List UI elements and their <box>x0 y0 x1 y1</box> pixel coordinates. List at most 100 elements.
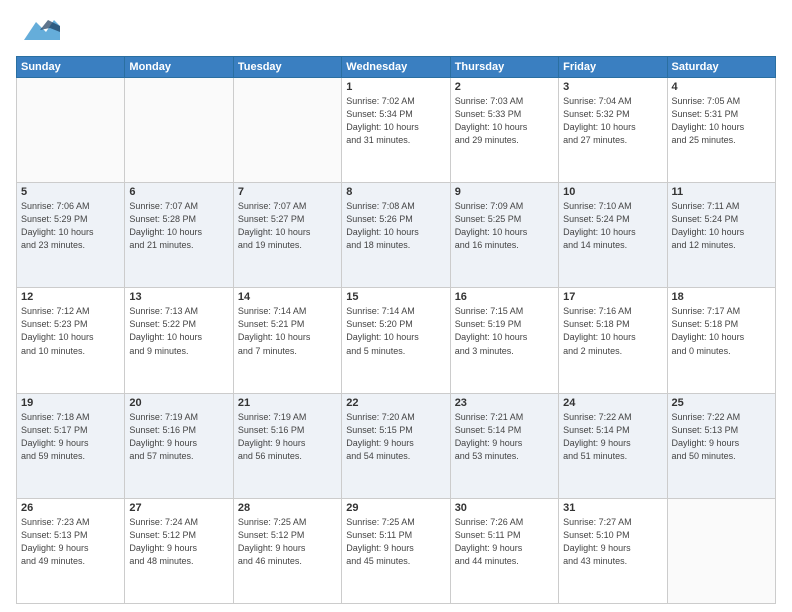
day-cell-24: 24 Sunrise: 7:22 AM Sunset: 5:14 PM Dayli… <box>559 393 667 498</box>
day-info: Sunrise: 7:12 AM Sunset: 5:23 PM Dayligh… <box>21 305 120 357</box>
day-info: Sunrise: 7:22 AM Sunset: 5:13 PM Dayligh… <box>672 411 771 463</box>
week-row-4: 19 Sunrise: 7:18 AM Sunset: 5:17 PM Dayli… <box>17 393 776 498</box>
day-info: Sunrise: 7:27 AM Sunset: 5:10 PM Dayligh… <box>563 516 662 568</box>
weekday-header-monday: Monday <box>125 57 233 78</box>
weekday-header-saturday: Saturday <box>667 57 775 78</box>
day-number: 6 <box>129 186 228 198</box>
day-info: Sunrise: 7:03 AM Sunset: 5:33 PM Dayligh… <box>455 95 554 147</box>
day-cell-29: 29 Sunrise: 7:25 AM Sunset: 5:11 PM Dayli… <box>342 498 450 603</box>
day-cell-22: 22 Sunrise: 7:20 AM Sunset: 5:15 PM Dayli… <box>342 393 450 498</box>
day-number: 8 <box>346 186 445 198</box>
day-info: Sunrise: 7:10 AM Sunset: 5:24 PM Dayligh… <box>563 200 662 252</box>
day-number: 5 <box>21 186 120 198</box>
day-number: 1 <box>346 81 445 93</box>
day-cell-13: 13 Sunrise: 7:13 AM Sunset: 5:22 PM Dayli… <box>125 288 233 393</box>
day-cell-16: 16 Sunrise: 7:15 AM Sunset: 5:19 PM Dayli… <box>450 288 558 393</box>
weekday-header-tuesday: Tuesday <box>233 57 341 78</box>
day-number: 21 <box>238 397 337 409</box>
day-info: Sunrise: 7:15 AM Sunset: 5:19 PM Dayligh… <box>455 305 554 357</box>
day-number: 16 <box>455 291 554 303</box>
day-number: 19 <box>21 397 120 409</box>
weekday-header-thursday: Thursday <box>450 57 558 78</box>
day-number: 3 <box>563 81 662 93</box>
day-number: 4 <box>672 81 771 93</box>
day-number: 24 <box>563 397 662 409</box>
day-cell-7: 7 Sunrise: 7:07 AM Sunset: 5:27 PM Daylig… <box>233 183 341 288</box>
day-number: 9 <box>455 186 554 198</box>
day-info: Sunrise: 7:19 AM Sunset: 5:16 PM Dayligh… <box>238 411 337 463</box>
day-cell-23: 23 Sunrise: 7:21 AM Sunset: 5:14 PM Dayli… <box>450 393 558 498</box>
day-info: Sunrise: 7:14 AM Sunset: 5:20 PM Dayligh… <box>346 305 445 357</box>
day-number: 22 <box>346 397 445 409</box>
day-info: Sunrise: 7:16 AM Sunset: 5:18 PM Dayligh… <box>563 305 662 357</box>
page: SundayMondayTuesdayWednesdayThursdayFrid… <box>0 0 792 612</box>
day-cell-15: 15Sunrise: 7:14 AM Sunset: 5:20 PM Dayli… <box>342 288 450 393</box>
day-info: Sunrise: 7:06 AM Sunset: 5:29 PM Dayligh… <box>21 200 120 252</box>
day-number: 12 <box>21 291 120 303</box>
day-number: 7 <box>238 186 337 198</box>
day-cell-30: 30 Sunrise: 7:26 AM Sunset: 5:11 PM Dayli… <box>450 498 558 603</box>
day-info: Sunrise: 7:18 AM Sunset: 5:17 PM Dayligh… <box>21 411 120 463</box>
day-number: 25 <box>672 397 771 409</box>
weekday-header-wednesday: Wednesday <box>342 57 450 78</box>
logo-icon <box>16 12 60 48</box>
day-cell-25: 25 Sunrise: 7:22 AM Sunset: 5:13 PM Dayli… <box>667 393 775 498</box>
week-row-1: 1 Sunrise: 7:02 AM Sunset: 5:34 PM Daylig… <box>17 78 776 183</box>
day-info: Sunrise: 7:14 AM Sunset: 5:21 PM Dayligh… <box>238 305 337 357</box>
empty-cell <box>667 498 775 603</box>
day-cell-14: 14 Sunrise: 7:14 AM Sunset: 5:21 PM Dayli… <box>233 288 341 393</box>
day-cell-19: 19 Sunrise: 7:18 AM Sunset: 5:17 PM Dayli… <box>17 393 125 498</box>
day-number: 17 <box>563 291 662 303</box>
empty-cell <box>233 78 341 183</box>
day-number: 2 <box>455 81 554 93</box>
day-number: 27 <box>129 502 228 514</box>
day-cell-26: 26 Sunrise: 7:23 AM Sunset: 5:13 PM Dayli… <box>17 498 125 603</box>
day-info: Sunrise: 7:07 AM Sunset: 5:27 PM Dayligh… <box>238 200 337 252</box>
day-info: Sunrise: 7:21 AM Sunset: 5:14 PM Dayligh… <box>455 411 554 463</box>
day-number: 14 <box>238 291 337 303</box>
day-cell-1: 1 Sunrise: 7:02 AM Sunset: 5:34 PM Daylig… <box>342 78 450 183</box>
day-cell-21: 21 Sunrise: 7:19 AM Sunset: 5:16 PM Dayli… <box>233 393 341 498</box>
day-info: Sunrise: 7:02 AM Sunset: 5:34 PM Dayligh… <box>346 95 445 147</box>
day-info: Sunrise: 7:25 AM Sunset: 5:11 PM Dayligh… <box>346 516 445 568</box>
empty-cell <box>17 78 125 183</box>
day-info: Sunrise: 7:22 AM Sunset: 5:14 PM Dayligh… <box>563 411 662 463</box>
day-cell-10: 10 Sunrise: 7:10 AM Sunset: 5:24 PM Dayli… <box>559 183 667 288</box>
day-number: 20 <box>129 397 228 409</box>
day-number: 26 <box>21 502 120 514</box>
day-cell-18: 18 Sunrise: 7:17 AM Sunset: 5:18 PM Dayli… <box>667 288 775 393</box>
day-number: 11 <box>672 186 771 198</box>
day-cell-2: 2 Sunrise: 7:03 AM Sunset: 5:33 PM Daylig… <box>450 78 558 183</box>
day-number: 18 <box>672 291 771 303</box>
day-number: 23 <box>455 397 554 409</box>
day-info: Sunrise: 7:17 AM Sunset: 5:18 PM Dayligh… <box>672 305 771 357</box>
day-info: Sunrise: 7:20 AM Sunset: 5:15 PM Dayligh… <box>346 411 445 463</box>
weekday-header-sunday: Sunday <box>17 57 125 78</box>
day-info: Sunrise: 7:26 AM Sunset: 5:11 PM Dayligh… <box>455 516 554 568</box>
day-number: 13 <box>129 291 228 303</box>
day-number: 30 <box>455 502 554 514</box>
day-info: Sunrise: 7:13 AM Sunset: 5:22 PM Dayligh… <box>129 305 228 357</box>
day-cell-12: 12 Sunrise: 7:12 AM Sunset: 5:23 PM Dayli… <box>17 288 125 393</box>
header <box>16 12 776 48</box>
day-info: Sunrise: 7:05 AM Sunset: 5:31 PM Dayligh… <box>672 95 771 147</box>
day-cell-4: 4 Sunrise: 7:05 AM Sunset: 5:31 PM Daylig… <box>667 78 775 183</box>
week-row-5: 26 Sunrise: 7:23 AM Sunset: 5:13 PM Dayli… <box>17 498 776 603</box>
day-info: Sunrise: 7:23 AM Sunset: 5:13 PM Dayligh… <box>21 516 120 568</box>
day-cell-9: 9 Sunrise: 7:09 AM Sunset: 5:25 PM Daylig… <box>450 183 558 288</box>
day-number: 10 <box>563 186 662 198</box>
day-info: Sunrise: 7:09 AM Sunset: 5:25 PM Dayligh… <box>455 200 554 252</box>
day-info: Sunrise: 7:08 AM Sunset: 5:26 PM Dayligh… <box>346 200 445 252</box>
day-cell-6: 6Sunrise: 7:07 AM Sunset: 5:28 PM Daylig… <box>125 183 233 288</box>
day-cell-8: 8 Sunrise: 7:08 AM Sunset: 5:26 PM Daylig… <box>342 183 450 288</box>
day-info: Sunrise: 7:24 AM Sunset: 5:12 PM Dayligh… <box>129 516 228 568</box>
weekday-header-friday: Friday <box>559 57 667 78</box>
day-number: 29 <box>346 502 445 514</box>
logo <box>16 12 64 48</box>
day-cell-20: 20Sunrise: 7:19 AM Sunset: 5:16 PM Dayli… <box>125 393 233 498</box>
day-cell-3: 3Sunrise: 7:04 AM Sunset: 5:32 PM Daylig… <box>559 78 667 183</box>
week-row-2: 5 Sunrise: 7:06 AM Sunset: 5:29 PM Daylig… <box>17 183 776 288</box>
day-cell-28: 28Sunrise: 7:25 AM Sunset: 5:12 PM Dayli… <box>233 498 341 603</box>
week-row-3: 12 Sunrise: 7:12 AM Sunset: 5:23 PM Dayli… <box>17 288 776 393</box>
day-info: Sunrise: 7:25 AM Sunset: 5:12 PM Dayligh… <box>238 516 337 568</box>
